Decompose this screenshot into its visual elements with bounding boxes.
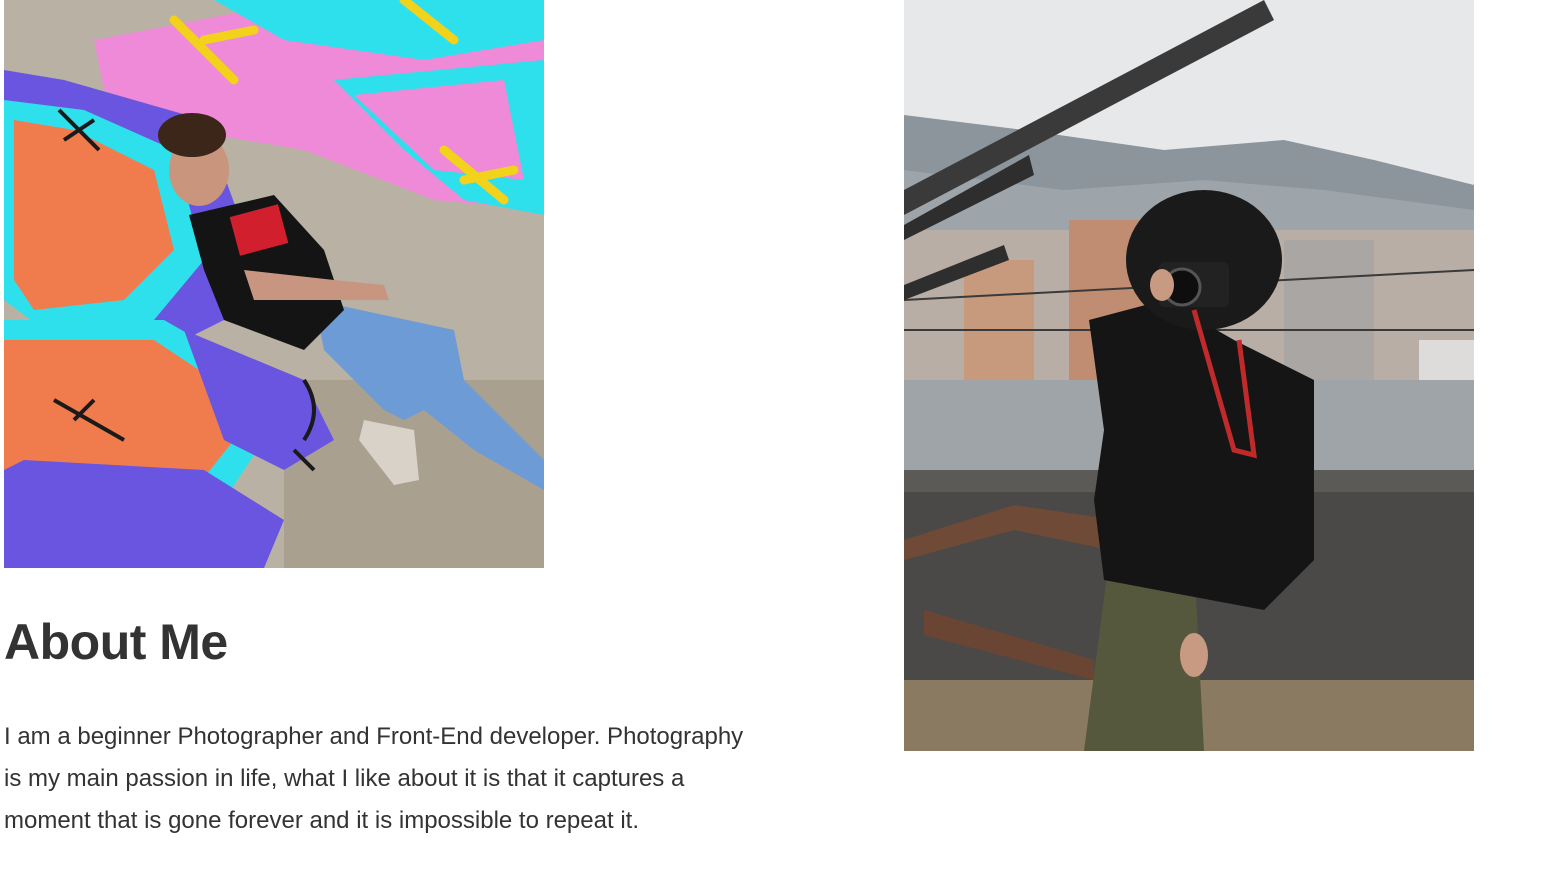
graffiti-photo-illustration <box>4 0 544 568</box>
rooftop-photo-illustration <box>904 0 1474 751</box>
graffiti-portrait-image <box>4 0 544 568</box>
about-description: I am a beginner Photographer and Front-E… <box>4 723 744 834</box>
about-heading: About Me <box>4 614 228 670</box>
photographer-rooftop-image <box>904 0 1474 751</box>
